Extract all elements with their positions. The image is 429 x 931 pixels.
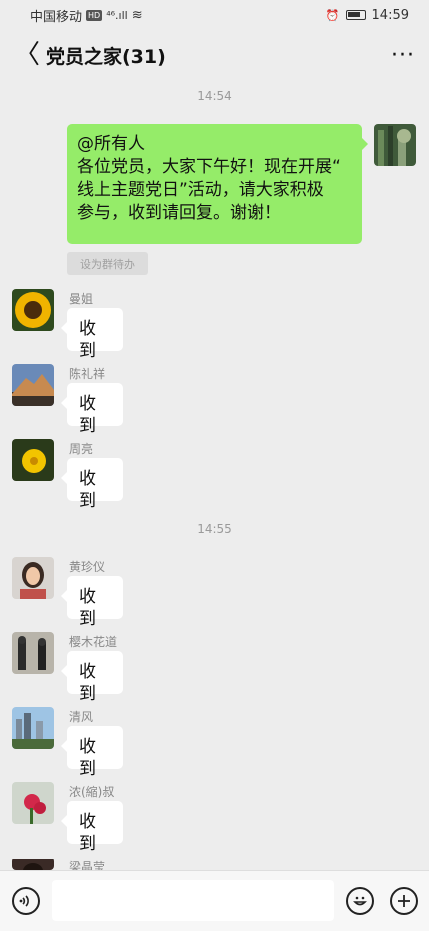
message-line: 各位党员，大家下午好！现在开展“: [77, 156, 341, 177]
sender-name: 周亮: [69, 442, 94, 456]
message-bubble[interactable]: 收到: [61, 458, 123, 511]
chat-header: 〈 党员之家(31) ···: [0, 30, 429, 80]
plus-icon[interactable]: [390, 887, 418, 915]
sender-name: 浓(縮)叔: [69, 785, 115, 799]
sender-name: 樱木花道: [69, 635, 118, 649]
avatar[interactable]: [12, 557, 54, 599]
sender-name: 梁晶莹: [69, 860, 106, 870]
message-line: 参与，收到请回复。谢谢！: [77, 202, 281, 223]
avatar[interactable]: [12, 439, 54, 481]
message-bubble[interactable]: 收到: [61, 651, 123, 704]
chat-title: 党员之家(31): [46, 45, 166, 68]
avatar[interactable]: [12, 289, 54, 331]
avatar[interactable]: [12, 857, 54, 870]
avatar[interactable]: [12, 364, 54, 406]
message-bubble[interactable]: 收到: [61, 576, 123, 629]
clock: 14:59: [371, 7, 409, 23]
timestamp: 14:54: [197, 89, 232, 103]
message-bubble[interactable]: 收到: [61, 801, 123, 854]
message-line: 线上主题党日”活动，请大家积极: [77, 179, 324, 200]
signal-icon: ⁴⁶.ıll: [106, 8, 128, 22]
sender-name: 陈礼祥: [69, 367, 106, 381]
battery-icon: [345, 10, 366, 20]
sender-name: 清风: [69, 710, 94, 724]
self-avatar[interactable]: [374, 124, 416, 166]
avatar[interactable]: [12, 782, 54, 824]
message-line: @所有人: [77, 134, 145, 154]
sender-name: 黄珍仪: [69, 560, 106, 574]
message-bubble[interactable]: 收到: [61, 383, 123, 436]
self-message-bubble[interactable]: @所有人 各位党员，大家下午好！现在开展“ 线上主题党日”活动，请大家积极 参与…: [67, 124, 368, 244]
more-icon[interactable]: ···: [391, 43, 415, 68]
back-icon[interactable]: 〈: [14, 42, 44, 68]
alarm-icon: ⏰: [325, 8, 340, 22]
message-bubble[interactable]: 收到: [61, 726, 123, 779]
avatar[interactable]: [12, 632, 54, 674]
avatar[interactable]: [12, 707, 54, 749]
set-group-todo-button[interactable]: 设为群待办: [67, 252, 148, 275]
wifi-icon: ≋: [131, 7, 143, 23]
message-bubble[interactable]: 收到: [61, 308, 123, 361]
input-bar: [0, 870, 429, 931]
emoji-icon[interactable]: [346, 887, 374, 915]
voice-icon[interactable]: [12, 887, 40, 915]
message-input[interactable]: [52, 880, 334, 921]
carrier-label: 中国移动: [30, 9, 83, 25]
hd-icon: HD: [86, 9, 103, 21]
timestamp: 14:55: [197, 522, 232, 536]
status-bar: 中国移动 HD ⁴⁶.ıll ≋ ⏰ 14:59: [0, 0, 429, 30]
sender-name: 曼姐: [69, 292, 94, 306]
